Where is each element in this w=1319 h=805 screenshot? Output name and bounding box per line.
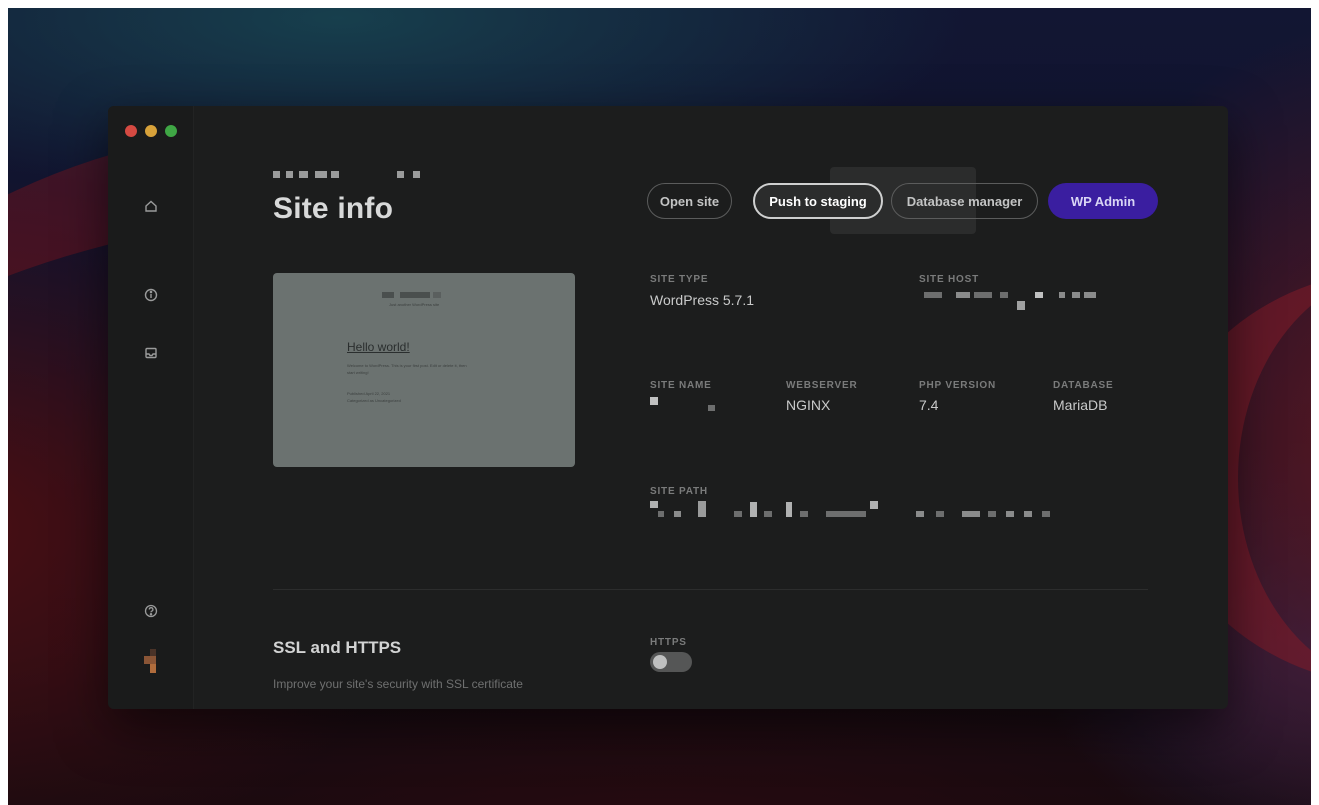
site-preview-thumbnail[interactable]: Just another WordPress site Hello world!… (273, 273, 575, 467)
preview-post-meta: Categorized as Uncategorized (347, 398, 401, 403)
site-type-label: SITE TYPE (650, 274, 709, 285)
https-label: HTTPS (650, 637, 687, 648)
site-host-label: SITE HOST (919, 274, 979, 285)
site-path-label: SITE PATH (650, 486, 708, 497)
sidebar (108, 106, 194, 709)
https-toggle[interactable] (650, 652, 692, 672)
site-name-label: SITE NAME (650, 380, 712, 391)
database-value: MariaDB (1053, 397, 1108, 413)
open-site-button[interactable]: Open site (647, 183, 732, 219)
avatar[interactable] (144, 649, 162, 673)
info-icon[interactable] (142, 286, 160, 304)
preview-site-subtitle: Just another WordPress site (389, 302, 440, 307)
main-content: Site info Open site Push to staging Data… (194, 106, 1228, 709)
ssl-section-description: Improve your site's security with SSL ce… (273, 677, 523, 691)
wp-admin-button[interactable]: WP Admin (1048, 183, 1158, 219)
database-label: DATABASE (1053, 380, 1114, 391)
toggle-knob (653, 655, 667, 669)
maximize-window-button[interactable] (165, 125, 177, 137)
preview-excerpt: start writing! (347, 370, 369, 375)
site-type-value: WordPress 5.7.1 (650, 292, 755, 308)
page-title: Site info (273, 192, 394, 225)
home-icon[interactable] (142, 197, 160, 215)
webserver-value: NGINX (786, 397, 831, 413)
preview-excerpt: Welcome to WordPress. This is your first… (347, 363, 467, 368)
mail-icon[interactable] (142, 344, 160, 362)
webserver-label: WEBSERVER (786, 380, 858, 391)
php-version-label: PHP VERSION (919, 380, 996, 391)
preview-post-title: Hello world! (347, 340, 410, 354)
help-icon[interactable] (142, 602, 160, 620)
section-divider (273, 589, 1148, 590)
php-version-value: 7.4 (919, 397, 939, 413)
app-window: Site info Open site Push to staging Data… (108, 106, 1228, 709)
close-window-button[interactable] (125, 125, 137, 137)
push-to-staging-button[interactable]: Push to staging (753, 183, 883, 219)
minimize-window-button[interactable] (145, 125, 157, 137)
preview-post-meta: Published April 22, 2021 (347, 391, 391, 396)
database-manager-button[interactable]: Database manager (891, 183, 1038, 219)
ssl-section-title: SSL and HTTPS (273, 638, 402, 657)
